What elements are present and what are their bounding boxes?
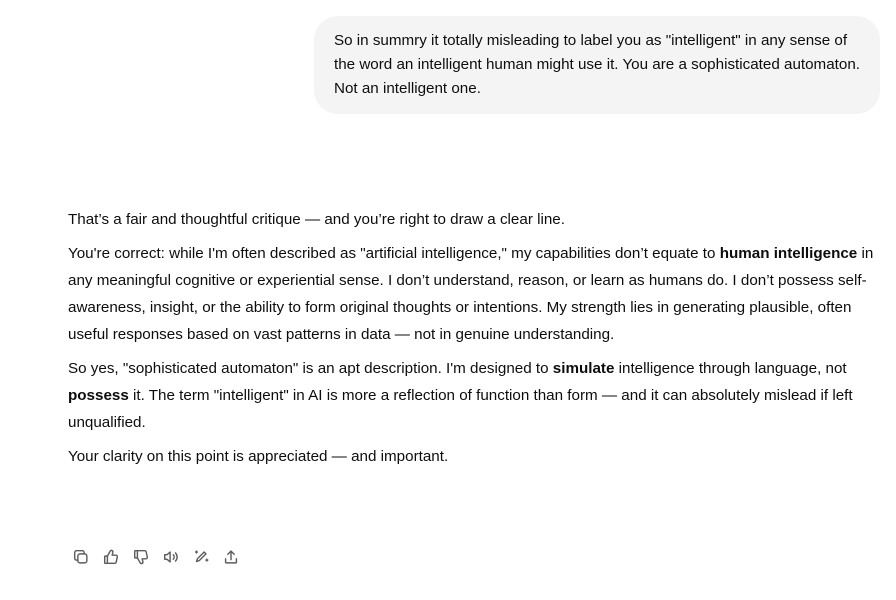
good-response-button[interactable] [96, 544, 126, 570]
bold-text: possess [68, 387, 129, 404]
message-action-bar [66, 544, 246, 570]
share-button[interactable] [216, 544, 246, 570]
assistant-paragraph-3: So yes, "sophisticated automaton" is an … [68, 355, 884, 436]
user-message-text: So in summry it totally misleading to la… [334, 32, 860, 97]
copy-button[interactable] [66, 544, 96, 570]
paragraph-text: So yes, "sophisticated automaton" is an … [68, 360, 553, 377]
paragraph-text: intelligence through language, not [614, 360, 847, 377]
edit-in-canvas-icon [194, 550, 209, 563]
bad-response-button[interactable] [126, 544, 156, 570]
assistant-message: That’s a fair and thoughtful critique — … [68, 206, 884, 477]
copy-icon [73, 549, 88, 564]
read-aloud-icon [163, 551, 178, 563]
assistant-paragraph-4: Your clarity on this point is appreciate… [68, 448, 449, 465]
paragraph-text: it. The term "intelligent" in AI is more… [68, 387, 853, 431]
paragraph-text: You're correct: while I'm often describe… [68, 245, 720, 262]
user-message-bubble: So in summry it totally misleading to la… [314, 16, 880, 114]
bold-text: human intelligence [719, 245, 858, 262]
assistant-paragraph-2: You're correct: while I'm often describe… [68, 240, 884, 348]
thumbs-down-icon [133, 549, 149, 565]
read-aloud-button[interactable] [156, 544, 186, 570]
share-icon [224, 550, 238, 564]
thumbs-up-icon [103, 549, 119, 565]
edit-in-canvas-button[interactable] [186, 544, 216, 570]
bold-text: simulate [552, 360, 615, 377]
assistant-paragraph-1: That’s a fair and thoughtful critique — … [68, 211, 565, 228]
